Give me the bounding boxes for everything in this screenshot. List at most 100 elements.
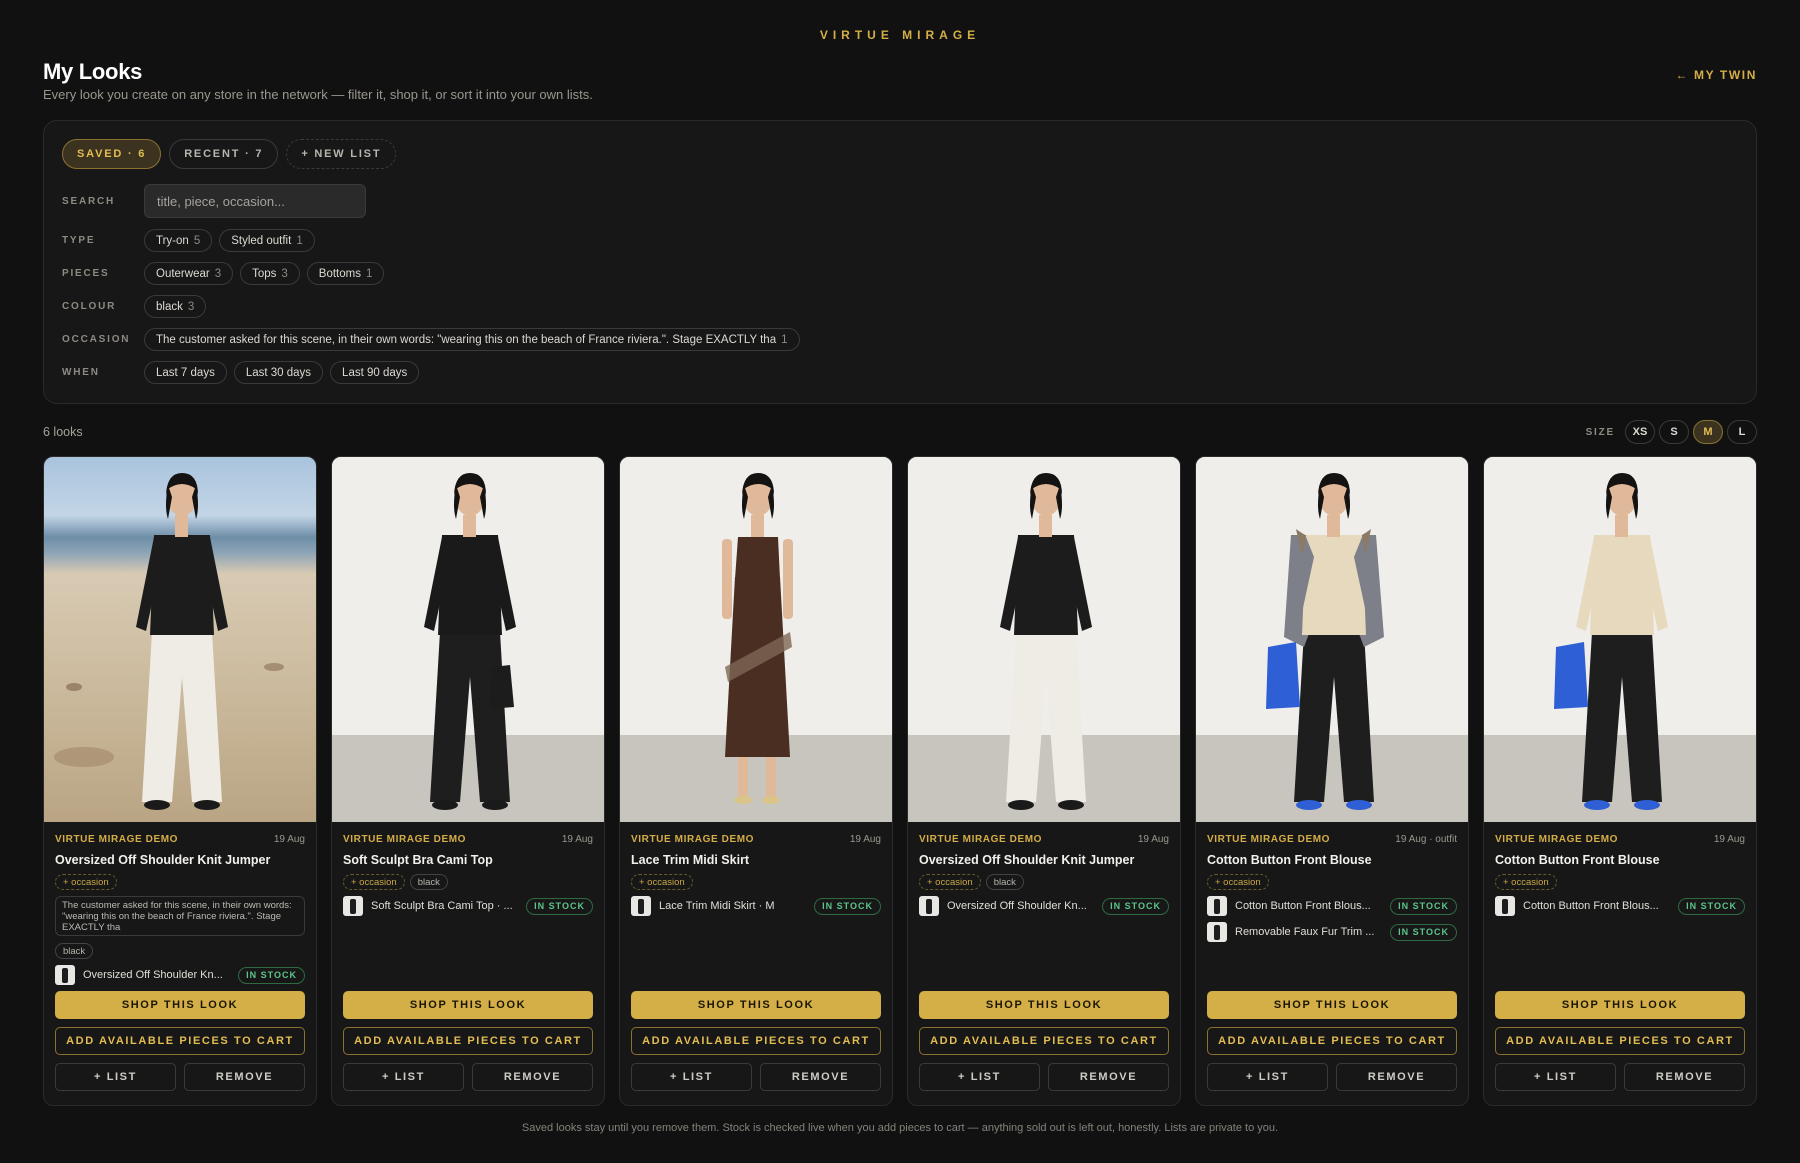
add-to-cart-button[interactable]: ADD AVAILABLE PIECES TO CART <box>55 1027 305 1055</box>
add-to-cart-button[interactable]: ADD AVAILABLE PIECES TO CART <box>343 1027 593 1055</box>
remove-button[interactable]: REMOVE <box>184 1063 305 1091</box>
add-occasion-tag[interactable]: + occasion <box>55 874 117 890</box>
add-occasion-tag[interactable]: + occasion <box>1207 874 1269 890</box>
shop-this-look-button[interactable]: SHOP THIS LOOK <box>1207 991 1457 1019</box>
in-stock-badge: IN STOCK <box>1390 897 1457 915</box>
add-occasion-tag[interactable]: + occasion <box>343 874 405 890</box>
store-name: VIRTUE MIRAGE DEMO <box>919 834 1043 845</box>
look-photo[interactable] <box>1484 457 1756 822</box>
shop-this-look-button[interactable]: SHOP THIS LOOK <box>55 991 305 1019</box>
look-date: 19 Aug <box>1137 834 1169 845</box>
page-title: My Looks <box>43 59 143 84</box>
add-to-list-button[interactable]: + LIST <box>1495 1063 1616 1091</box>
filter-row-search: SEARCH <box>62 184 366 218</box>
filter-row-pieces: PIECES Outerwear 3 Tops 3 Bottoms 1 <box>62 262 385 285</box>
look-meta: VIRTUE MIRAGE DEMO 19 Aug Oversized Off Sh… <box>919 834 1169 916</box>
shop-this-look-button[interactable]: SHOP THIS LOOK <box>1495 991 1745 1019</box>
search-input[interactable] <box>144 184 366 218</box>
look-card[interactable]: VIRTUE MIRAGE DEMO 19 Aug Oversized Off Sh… <box>907 456 1181 1106</box>
shop-this-look-button[interactable]: SHOP THIS LOOK <box>631 991 881 1019</box>
piece-name: Cotton Button Front Blous... <box>1523 900 1659 912</box>
piece-name: Soft Sculpt Bra Cami Top · ... <box>371 900 513 912</box>
add-to-cart-button[interactable]: ADD AVAILABLE PIECES TO CART <box>1495 1027 1745 1055</box>
look-actions: SHOP THIS LOOK ADD AVAILABLE PIECES TO CA… <box>55 991 305 1091</box>
shop-this-look-button[interactable]: SHOP THIS LOOK <box>343 991 593 1019</box>
add-occasion-tag[interactable]: + occasion <box>919 874 981 890</box>
size-option-l[interactable]: L <box>1727 420 1757 444</box>
filter-chip-last-7-days[interactable]: Last 7 days <box>144 361 227 384</box>
add-to-cart-button[interactable]: ADD AVAILABLE PIECES TO CART <box>631 1027 881 1055</box>
look-card[interactable]: VIRTUE MIRAGE DEMO 19 Aug Oversized Off Sh… <box>43 456 317 1106</box>
piece-item[interactable]: Removable Faux Fur Trim ... IN STOCK <box>1207 922 1457 942</box>
piece-item[interactable]: Cotton Button Front Blous... IN STOCK <box>1207 896 1457 916</box>
remove-button[interactable]: REMOVE <box>1624 1063 1745 1091</box>
piece-name: Oversized Off Shoulder Kn... <box>947 900 1087 912</box>
size-option-m[interactable]: M <box>1693 420 1723 444</box>
look-card[interactable]: VIRTUE MIRAGE DEMO 19 Aug Cotton Button Fr… <box>1483 456 1757 1106</box>
look-date: 19 Aug <box>561 834 593 845</box>
piece-item[interactable]: Oversized Off Shoulder Kn... IN STOCK <box>55 965 305 985</box>
filter-row-colour: COLOUR black 3 <box>62 295 207 318</box>
look-card[interactable]: VIRTUE MIRAGE DEMO 19 Aug Soft Sculpt Bra … <box>331 456 605 1106</box>
add-to-list-button[interactable]: + LIST <box>55 1063 176 1091</box>
filter-chip-styled-outfit[interactable]: Styled outfit 1 <box>219 229 315 252</box>
filter-chip-last-30-days[interactable]: Last 30 days <box>233 361 324 384</box>
chip-label: Outerwear <box>156 267 210 280</box>
piece-item[interactable]: Soft Sculpt Bra Cami Top · ... IN STOCK <box>343 896 593 916</box>
add-to-list-button[interactable]: + LIST <box>919 1063 1040 1091</box>
filter-chip-occasion[interactable]: The customer asked for this scene, in th… <box>144 328 800 351</box>
add-to-cart-button[interactable]: ADD AVAILABLE PIECES TO CART <box>1207 1027 1457 1055</box>
chip-label: Last 90 days <box>342 366 408 379</box>
look-photo[interactable] <box>1196 457 1468 822</box>
filter-chip-tops[interactable]: Tops 3 <box>240 262 300 285</box>
remove-button[interactable]: REMOVE <box>472 1063 593 1091</box>
remove-button[interactable]: REMOVE <box>1048 1063 1169 1091</box>
size-option-s[interactable]: S <box>1659 420 1689 444</box>
chip-label: Bottoms <box>318 267 361 280</box>
brand-logo: VIRTUE MIRAGE <box>819 28 981 42</box>
piece-item[interactable]: Lace Trim Midi Skirt · M IN STOCK <box>631 896 881 916</box>
filter-chip-try-on[interactable]: Try-on 5 <box>144 229 213 252</box>
look-photo[interactable] <box>908 457 1180 822</box>
look-date: 19 Aug <box>273 834 305 845</box>
filter-chip-last-90-days[interactable]: Last 90 days <box>330 361 420 384</box>
look-title: Oversized Off Shoulder Knit Jumper <box>55 853 271 867</box>
look-photo[interactable] <box>332 457 604 822</box>
looks-grid: VIRTUE MIRAGE DEMO 19 Aug Oversized Off Sh… <box>43 456 1757 1106</box>
look-meta: VIRTUE MIRAGE DEMO 19 Aug Lace Trim Midi S… <box>631 834 881 916</box>
size-label: SIZE <box>1585 426 1615 438</box>
filter-chip-outerwear[interactable]: Outerwear 3 <box>144 262 234 285</box>
piece-name: Cotton Button Front Blous... <box>1235 900 1371 912</box>
remove-button[interactable]: REMOVE <box>1336 1063 1457 1091</box>
tab-recent[interactable]: RECENT · 7 <box>169 139 279 169</box>
filter-chip-bottoms[interactable]: Bottoms 1 <box>306 262 385 285</box>
look-photo[interactable] <box>620 457 892 822</box>
add-to-list-button[interactable]: + LIST <box>1207 1063 1328 1091</box>
add-occasion-tag[interactable]: + occasion <box>1495 874 1557 890</box>
tab-saved[interactable]: SAVED · 6 <box>62 139 162 169</box>
look-actions: SHOP THIS LOOK ADD AVAILABLE PIECES TO CA… <box>631 991 881 1091</box>
piece-item[interactable]: Cotton Button Front Blous... IN STOCK <box>1495 896 1745 916</box>
filter-chip-black[interactable]: black 3 <box>144 295 207 318</box>
shop-this-look-button[interactable]: SHOP THIS LOOK <box>919 991 1169 1019</box>
add-to-cart-button[interactable]: ADD AVAILABLE PIECES TO CART <box>919 1027 1169 1055</box>
chip-count: 3 <box>214 267 222 280</box>
add-occasion-tag[interactable]: + occasion <box>631 874 693 890</box>
in-stock-badge: IN STOCK <box>526 897 593 915</box>
results-count: 6 looks <box>43 425 83 439</box>
chip-label: black <box>156 300 183 313</box>
remove-button[interactable]: REMOVE <box>760 1063 881 1091</box>
piece-item[interactable]: Oversized Off Shoulder Kn... IN STOCK <box>919 896 1169 916</box>
look-title: Cotton Button Front Blouse <box>1207 853 1372 867</box>
look-date: 19 Aug · outfit <box>1395 834 1457 845</box>
add-to-list-button[interactable]: + LIST <box>631 1063 752 1091</box>
model-figure <box>54 473 284 810</box>
new-list-button[interactable]: + NEW LIST <box>286 139 397 169</box>
back-to-twin-link[interactable]: ← MY TWIN <box>1675 68 1757 82</box>
look-card[interactable]: VIRTUE MIRAGE DEMO 19 Aug Lace Trim Midi S… <box>619 456 893 1106</box>
look-meta: VIRTUE MIRAGE DEMO 19 Aug · outfit Cotton … <box>1207 834 1457 942</box>
look-card[interactable]: VIRTUE MIRAGE DEMO 19 Aug · outfit Cotton … <box>1195 456 1469 1106</box>
add-to-list-button[interactable]: + LIST <box>343 1063 464 1091</box>
size-option-xs[interactable]: XS <box>1625 420 1655 444</box>
look-photo[interactable] <box>44 457 316 822</box>
